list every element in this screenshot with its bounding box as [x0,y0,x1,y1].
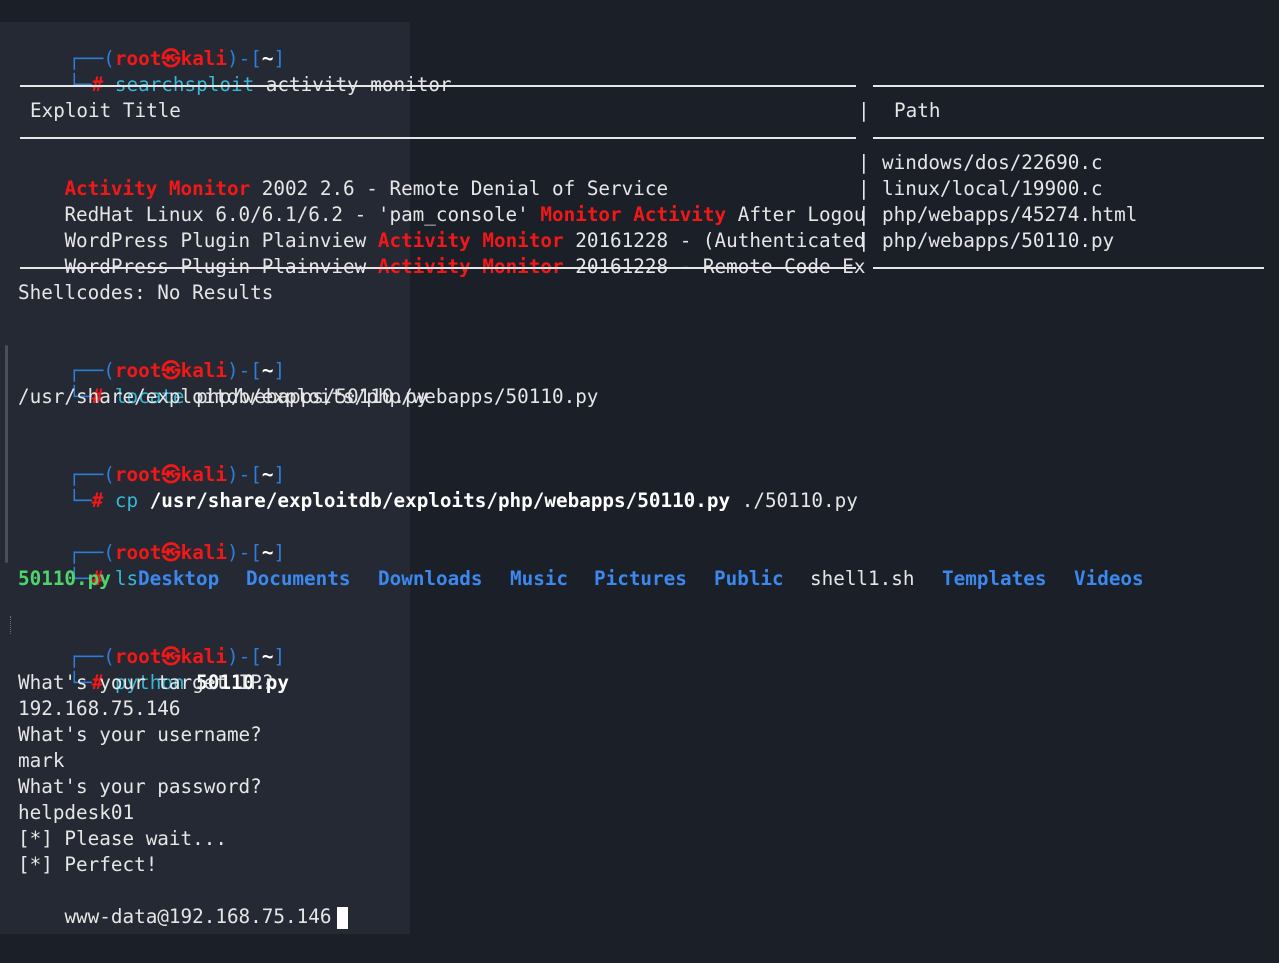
ls-dir[interactable]: Desktop [138,566,219,592]
prompt-command-line: └─# searchsploit activity monitor [22,46,451,96]
prompt-corner: └─ [68,489,92,512]
prompt-command-line: └─# locate php/webapps/50110.py [22,358,428,408]
prompt-command-line: └─# cp /usr/share/exploitdb/exploits/php… [22,462,857,512]
text-cursor [337,906,349,929]
prompt-command-line: └─# python 50110.py [22,644,289,694]
table-separator-bottom-right [873,267,1264,269]
prompt-top-line: ┌──(root㉿kali)-[~] [22,514,285,564]
command-name: ls [114,567,139,590]
output-line: 192.168.75.146 [18,697,181,720]
prompt-top-line: ┌──(root㉿kali)-[~] [22,332,285,382]
table-header-title: Exploit Title [30,99,181,122]
row-path: windows/dos/22690.c [882,151,1103,174]
shellcodes-result: Shellcodes: No Results [18,281,274,304]
output-line: helpdesk01 [18,801,135,824]
ls-dir[interactable]: Downloads [378,566,482,592]
prompt-at-symbol: ㉿ [161,541,181,564]
command-args-bold: /usr/share/exploitdb/exploits/php/webapp… [149,489,731,512]
ls-dir[interactable]: Music [510,566,568,592]
table-separator-top-right [873,85,1264,87]
table-row: Activity Monitor 2002 2.6 - Remote Denia… [18,150,668,200]
ls-dir[interactable]: Public [714,566,784,592]
command-name: cp [114,489,139,512]
prompt-bracket: )-[ [227,541,262,564]
shell-prompt: www-data@192.168.75.146 [64,905,332,928]
table-separator-mid-left [20,137,856,139]
output-line: [*] Please wait... [18,827,227,850]
prompt-dir: ~ [261,541,274,564]
table-separator-top-left [20,85,856,87]
prompt-command-line: └─# ls [22,540,138,590]
output-line: What's your target IP? [18,671,274,694]
table-separator-mid-right [873,137,1264,139]
row-path: php/webapps/50110.py [882,229,1115,252]
ls-dir[interactable]: Videos [1074,566,1144,592]
shell-prompt-line[interactable]: www-data@192.168.75.146 [18,878,349,929]
ls-dir[interactable]: Pictures [594,566,687,592]
row-path: linux/local/19900.c [882,177,1103,200]
table-header-path: Path [894,99,941,122]
output-line: What's your username? [18,723,262,746]
locate-output: /usr/share/exploitdb/exploits/php/webapp… [18,385,599,408]
row-separator: | [858,203,870,226]
terminal-output[interactable]: ┌──(root㉿kali)-[~] └─# searchsploit acti… [0,0,1279,963]
table-row: WordPress Plugin Plainview Activity Moni… [18,202,865,252]
table-row: RedHat Linux 6.0/6.1/6.2 - 'pam_console'… [18,176,865,226]
prompt-host: kali [180,541,228,564]
row-separator: | [858,177,870,200]
output-line: mark [18,749,65,772]
table-separator-bottom-left [20,267,856,269]
prompt-top-line: ┌──(root㉿kali)-[~] [22,618,285,668]
row-path: php/webapps/45274.html [882,203,1138,226]
output-line: [*] Perfect! [18,853,158,876]
table-header-separator: | [858,99,870,122]
table-row: WordPress Plugin Plainview Activity Moni… [18,228,865,278]
prompt-top-line: ┌──(root㉿kali)-[~] [22,20,285,70]
prompt-hash: # [91,489,104,512]
prompt-top-line: ┌──(root㉿kali)-[~] [22,436,285,486]
ls-dir[interactable]: Documents [246,566,350,592]
ls-file-exec[interactable]: 50110.py [18,566,111,592]
command-args: ./50110.py [741,489,858,512]
row-separator: | [858,151,870,174]
prompt-bracket-close: ] [273,541,286,564]
output-line: What's your password? [18,775,262,798]
ls-file[interactable]: shell1.sh [810,566,914,592]
ls-dir[interactable]: Templates [942,566,1046,592]
row-separator: | [858,229,870,252]
